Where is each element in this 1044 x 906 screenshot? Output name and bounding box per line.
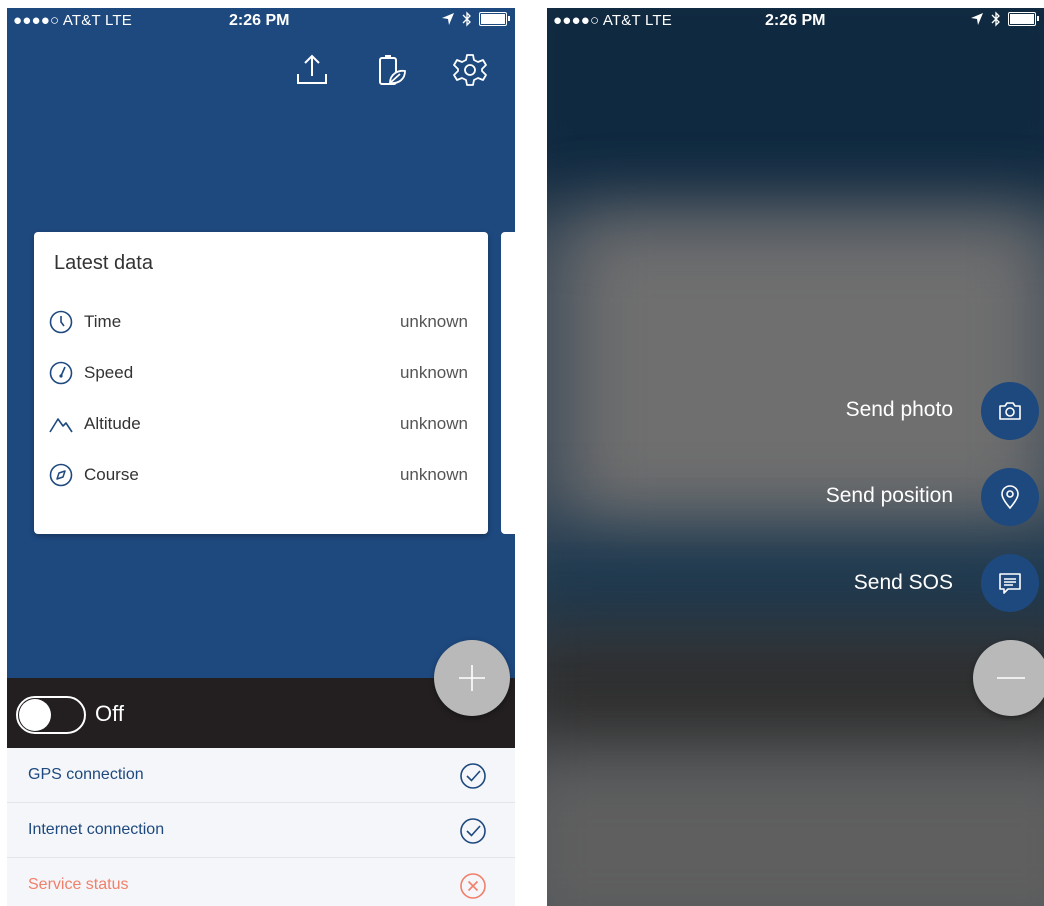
data-value: unknown — [399, 312, 468, 331]
clock-time: 2:26 PM — [229, 12, 290, 29]
location-arrow-icon — [971, 13, 983, 25]
clock-icon — [49, 310, 73, 334]
send-sos-label[interactable]: Send SOS — [854, 571, 953, 595]
action-menu-screen: ●●●●○ AT&T LTE 2:26 PM Send photo Send p… — [547, 8, 1044, 906]
status-label: GPS connection — [28, 766, 144, 783]
data-label: Altitude — [84, 414, 141, 433]
status-label: Service status — [28, 876, 129, 893]
toggle-state-label: Off — [95, 701, 124, 726]
main-screen: ●●●●○ AT&T LTE 2:26 PM Latest data Time … — [7, 8, 515, 906]
data-value: unknown — [399, 465, 468, 484]
battery-leaf-icon[interactable] — [372, 52, 408, 88]
bluetooth-icon — [462, 11, 471, 27]
status-label: Internet connection — [28, 821, 165, 838]
data-row-altitude: Altitude unknown — [48, 409, 468, 439]
minus-icon — [997, 677, 1025, 679]
check-circle-icon — [460, 818, 486, 844]
data-label: Course — [84, 465, 139, 484]
status-row-service: Service status — [7, 858, 515, 906]
battery-icon — [1008, 12, 1039, 26]
data-value: unknown — [399, 363, 468, 382]
compass-icon — [49, 463, 73, 487]
mountain-icon — [49, 418, 73, 433]
gear-icon[interactable] — [452, 52, 488, 88]
data-label: Speed — [84, 363, 134, 382]
chat-message-icon — [999, 573, 1021, 594]
status-row-internet: Internet connection — [7, 803, 515, 858]
carrier-label: ●●●●○ AT&T LTE — [13, 12, 132, 29]
add-action-button[interactable] — [434, 640, 510, 716]
tracking-switch[interactable] — [16, 696, 86, 734]
data-row-time: Time unknown — [48, 307, 468, 337]
close-menu-button[interactable] — [973, 640, 1044, 716]
blurred-background — [547, 8, 1044, 906]
send-sos-button[interactable] — [981, 554, 1039, 612]
switch-knob — [19, 699, 51, 731]
send-position-label[interactable]: Send position — [826, 484, 953, 508]
upload-icon[interactable] — [294, 52, 330, 88]
error-circle-icon — [460, 873, 486, 899]
latest-data-card: Latest data Time unknown Speed unknown A… — [34, 232, 488, 534]
location-arrow-icon — [442, 13, 454, 25]
status-bar: ●●●●○ AT&T LTE 2:26 PM — [7, 8, 515, 34]
status-bar: ●●●●○ AT&T LTE 2:26 PM — [547, 8, 1044, 34]
data-value: unknown — [399, 414, 468, 433]
bluetooth-icon — [991, 11, 1000, 27]
data-row-speed: Speed unknown — [48, 358, 468, 388]
card-title: Latest data — [54, 252, 153, 274]
data-label: Time — [84, 312, 122, 331]
status-row-gps: GPS connection — [7, 748, 515, 803]
connection-status-list: GPS connection Internet connection Servi… — [7, 748, 515, 906]
send-position-button[interactable] — [981, 468, 1039, 526]
carrier-label: ●●●●○ AT&T LTE — [553, 12, 672, 29]
location-pin-icon — [1001, 485, 1019, 510]
plus-icon — [459, 665, 485, 691]
check-circle-icon — [460, 763, 486, 789]
clock-time: 2:26 PM — [765, 12, 826, 29]
data-row-course: Course unknown — [48, 460, 468, 490]
battery-icon — [479, 12, 510, 26]
speedometer-icon — [49, 361, 73, 385]
camera-icon — [999, 402, 1021, 420]
send-photo-button[interactable] — [981, 382, 1039, 440]
send-photo-label[interactable]: Send photo — [846, 398, 953, 422]
next-card-peek[interactable] — [501, 232, 515, 534]
